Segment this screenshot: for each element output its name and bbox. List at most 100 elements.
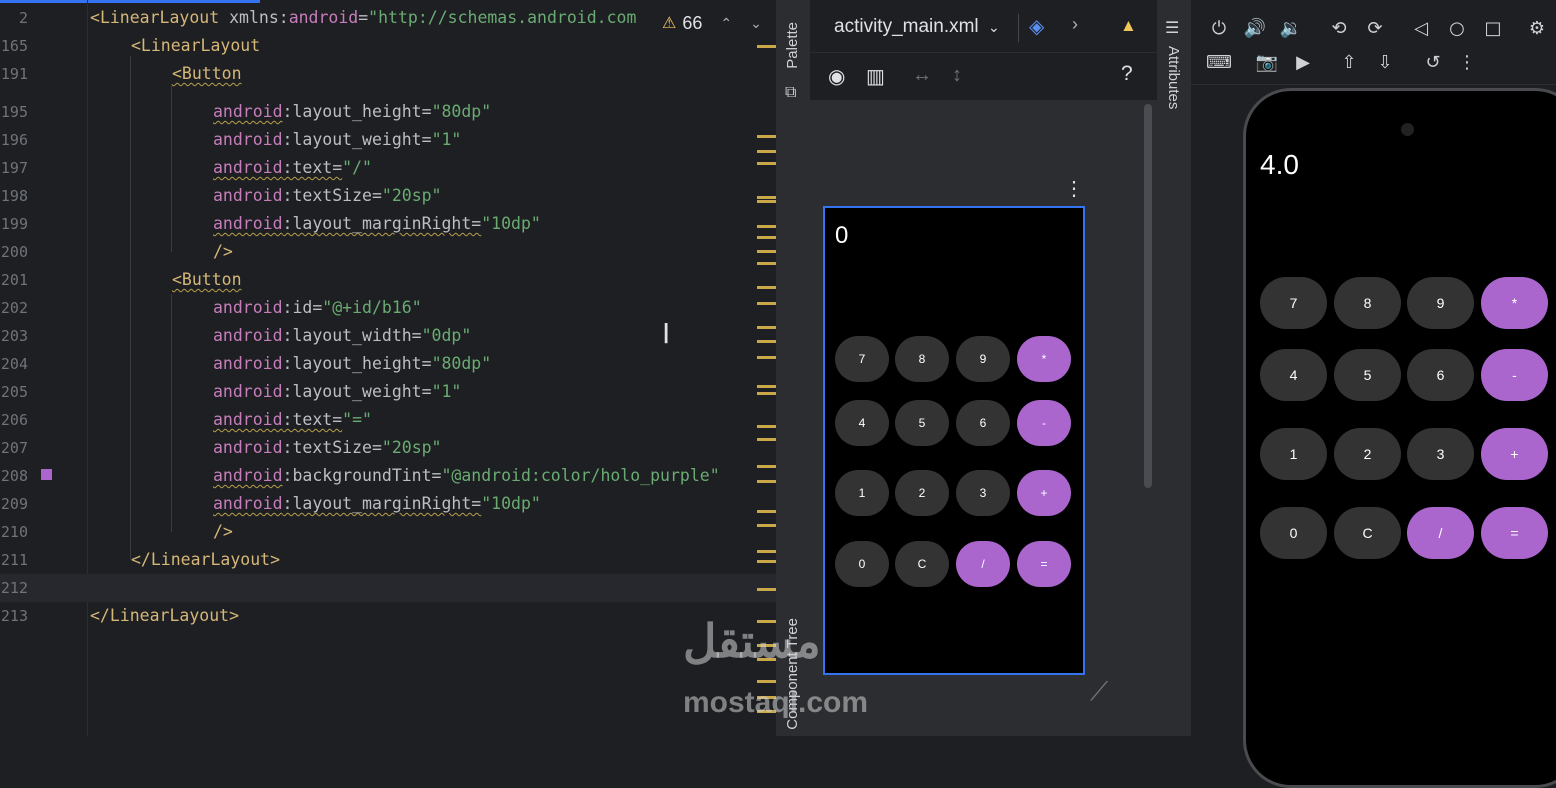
code-line[interactable]: 201 <Button [0, 266, 776, 294]
calc-button[interactable]: + [1481, 428, 1548, 480]
calc-button[interactable]: 5 [1334, 349, 1401, 401]
overview-icon[interactable]: □ [1481, 16, 1505, 40]
line-code: android:text="=" [213, 406, 372, 434]
calc-button[interactable]: * [1017, 336, 1071, 382]
calc-button[interactable]: 6 [956, 400, 1010, 446]
keyboard-icon[interactable]: ⌨ [1206, 50, 1232, 74]
eye-icon[interactable]: ◉ [828, 64, 845, 89]
calc-button[interactable]: 7 [1260, 277, 1327, 329]
calc-button[interactable]: * [1481, 277, 1548, 329]
code-line[interactable]: 195 android:layout_height="80dp" [0, 98, 776, 126]
line-number: 201 [0, 271, 28, 289]
calc-button[interactable]: 3 [1407, 428, 1474, 480]
resize-handle-icon[interactable]: ⟋ [1090, 676, 1108, 708]
rotate-left-icon[interactable]: ⟲ [1327, 16, 1351, 40]
line-code: android:textSize="20sp" [213, 434, 442, 462]
code-line[interactable]: 205 android:layout_weight="1" [0, 378, 776, 406]
palette-tab[interactable]: Palette [784, 22, 801, 69]
code-line[interactable]: 212 [0, 574, 776, 602]
home-icon[interactable]: ○ [1445, 16, 1469, 40]
blueprint-icon[interactable]: ▥ [866, 64, 885, 89]
more-options-icon[interactable]: ⋮ [1064, 176, 1084, 201]
calc-button[interactable]: 2 [895, 470, 949, 516]
code-line[interactable]: 200 /> [0, 238, 776, 266]
code-line[interactable]: 165 <LinearLayout [0, 32, 776, 60]
power-icon[interactable]: ⏻ [1207, 16, 1231, 40]
calc-button[interactable]: - [1481, 349, 1548, 401]
code-line[interactable]: 202 android:id="@+id/b16" [0, 294, 776, 322]
calc-button[interactable]: / [1407, 507, 1474, 559]
code-line[interactable]: 209 android:layout_marginRight="10dp" [0, 490, 776, 518]
file-name-dropdown[interactable]: activity_main.xml ⌄ [834, 16, 1000, 38]
calc-button[interactable]: 0 [835, 541, 889, 587]
calc-button[interactable]: = [1017, 541, 1071, 587]
rotate-right-icon[interactable]: ⟳ [1363, 16, 1387, 40]
watermark-arabic: مستقل [683, 615, 821, 667]
code-line[interactable]: 213 </LinearLayout> [0, 602, 776, 630]
calc-button[interactable]: 9 [1407, 277, 1474, 329]
code-line[interactable]: 197 android:text="/" [0, 154, 776, 182]
video-icon[interactable]: ▶ [1291, 50, 1315, 74]
code-line[interactable]: 206 android:text="=" [0, 406, 776, 434]
more-icon[interactable]: ⋮ [1455, 50, 1479, 74]
layout-preview[interactable]: 0 7 8 9 * 4 5 6-1 2 3 +0 C / = [823, 206, 1085, 675]
code-line[interactable]: 210 /> [0, 518, 776, 546]
calc-button[interactable]: / [956, 541, 1010, 587]
chevron-right-icon[interactable]: › [1072, 14, 1078, 35]
code-line[interactable]: 203 android:layout_width="0dp" [0, 322, 776, 350]
upload-icon[interactable]: ⇧ [1337, 50, 1361, 74]
code-line[interactable]: 196 android:layout_weight="1" [0, 126, 776, 154]
help-icon[interactable]: ? [1121, 62, 1133, 86]
back-icon[interactable]: ◁ [1409, 16, 1433, 40]
calc-button[interactable]: 5 [895, 400, 949, 446]
chevron-down-icon[interactable]: ⌄ [750, 15, 762, 32]
device-settings-icon[interactable]: ⚙ [1525, 16, 1549, 40]
code-token: android [213, 382, 283, 401]
calc-button[interactable]: 7 [835, 336, 889, 382]
calc-button[interactable]: 1 [835, 470, 889, 516]
vertical-resize-icon[interactable]: ↕ [952, 64, 962, 87]
calc-button[interactable]: 4 [835, 400, 889, 446]
code-line[interactable]: 208 android:backgroundTint="@android:colo… [0, 462, 776, 490]
calc-button[interactable]: 8 [1334, 277, 1401, 329]
calc-button[interactable]: C [1334, 507, 1401, 559]
code-token: :textSize= [282, 438, 382, 457]
code-line[interactable]: 2 <LinearLayout xmlns:android="http://sch… [0, 4, 776, 32]
calc-button[interactable]: 4 [1260, 349, 1327, 401]
code-line[interactable]: 207 android:textSize="20sp" [0, 434, 776, 462]
volume-up-icon[interactable]: 🔊 [1243, 16, 1267, 40]
warning-icon[interactable]: ▲ [1120, 16, 1137, 36]
code-line[interactable]: 191 <Button [0, 60, 776, 88]
code-line[interactable]: 198 android:textSize="20sp" [0, 182, 776, 210]
calc-button[interactable]: - [1017, 400, 1071, 446]
horizontal-resize-icon[interactable]: ↔ [912, 64, 932, 87]
calc-button[interactable]: 6 [1407, 349, 1474, 401]
calc-button[interactable]: = [1481, 507, 1548, 559]
color-swatch-icon[interactable] [41, 469, 52, 480]
camera-icon[interactable]: 📷 [1255, 50, 1279, 74]
canvas-scrollbar[interactable] [1144, 104, 1152, 488]
code-token: "@+id/b16" [322, 298, 422, 317]
calc-button[interactable]: + [1017, 470, 1071, 516]
reset-icon[interactable]: ↺ [1421, 50, 1445, 74]
calc-button[interactable]: 9 [956, 336, 1010, 382]
code-token: :layout_marginRight= [282, 494, 482, 513]
calc-button[interactable]: 3 [956, 470, 1010, 516]
code-line[interactable]: 211 </LinearLayout> [0, 546, 776, 574]
chevron-up-icon[interactable]: ⌃ [720, 15, 732, 32]
code-token: android [213, 130, 283, 149]
calc-button[interactable]: 8 [895, 336, 949, 382]
code-editor[interactable]: 2 <LinearLayout xmlns:android="http://sch… [0, 0, 776, 736]
attributes-tab[interactable]: Attributes [1165, 46, 1182, 109]
inspection-widget[interactable]: ⚠ 66 ⌃ ⌄ [662, 9, 766, 37]
code-line[interactable]: 204 android:layout_height="80dp" [0, 350, 776, 378]
calc-button[interactable]: 1 [1260, 428, 1327, 480]
download-icon[interactable]: ⇩ [1373, 50, 1397, 74]
calc-button[interactable]: 0 [1260, 507, 1327, 559]
code-line[interactable]: 199 android:layout_marginRight="10dp" [0, 210, 776, 238]
volume-down-icon[interactable]: 🔉 [1279, 16, 1303, 40]
design-surface-icon[interactable]: ◈ [1029, 14, 1044, 39]
code-token: android [213, 158, 283, 177]
calc-button[interactable]: C [895, 541, 949, 587]
calc-button[interactable]: 2 [1334, 428, 1401, 480]
